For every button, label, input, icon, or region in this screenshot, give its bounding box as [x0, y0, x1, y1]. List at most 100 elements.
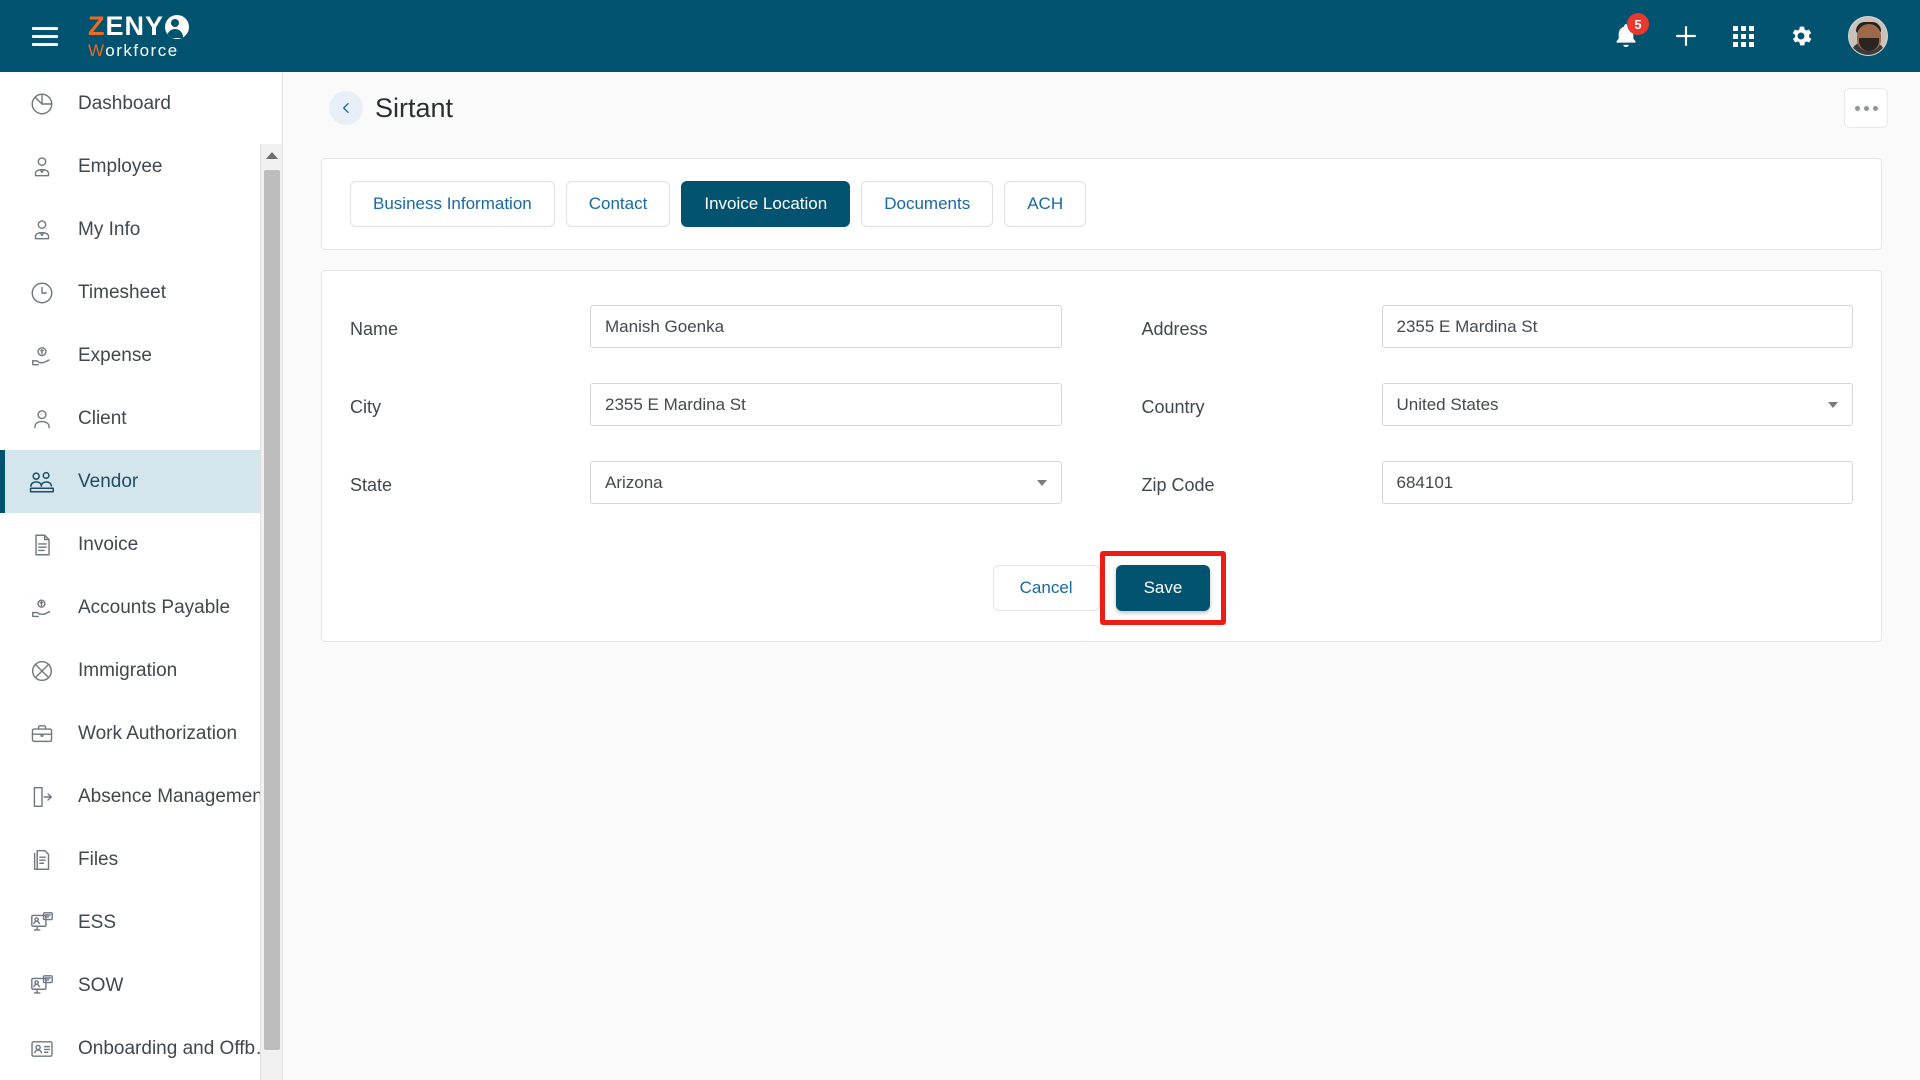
zip-code-label: Zip Code	[1141, 475, 1215, 495]
my-info-icon	[27, 215, 57, 245]
tab-ach[interactable]: ACH	[1004, 181, 1087, 227]
sidebar-item-label: Accounts Payable	[78, 596, 231, 618]
state-select[interactable]: Arizona	[590, 461, 1062, 504]
sidebar-item-invoice[interactable]: Invoice	[0, 513, 282, 576]
field-zip-code: Zip Code 684101	[1141, 461, 1853, 539]
add-new-button[interactable]	[1673, 23, 1699, 49]
name-value: Manish Goenka	[605, 316, 725, 336]
cancel-button[interactable]: Cancel	[992, 565, 1100, 611]
hamburger-menu-icon[interactable]	[32, 26, 58, 46]
sidebar-item-client[interactable]: Client	[0, 387, 282, 450]
field-name: Name Manish Goenka	[350, 305, 1062, 383]
sidebar-item-sow[interactable]: SOW	[0, 954, 282, 1017]
header-actions: 5	[1613, 13, 1888, 56]
scroll-up-arrow-icon[interactable]	[261, 144, 282, 166]
invoice-document-icon	[27, 530, 57, 560]
sidebar-item-accounts-payable[interactable]: Accounts Payable	[0, 576, 282, 639]
ess-monitor-icon	[27, 908, 57, 938]
notifications-button[interactable]: 5	[1613, 13, 1649, 50]
state-label: State	[350, 475, 393, 495]
country-value: United States	[1396, 394, 1499, 414]
pie-chart-icon	[27, 89, 57, 119]
user-avatar[interactable]	[1848, 16, 1888, 56]
sidebar-item-expense[interactable]: Expense	[0, 324, 282, 387]
more-options-button[interactable]	[1844, 88, 1888, 128]
sidebar-item-label: Onboarding and Offboa...	[78, 1037, 282, 1059]
sidebar-item-label: Work Authorization	[78, 722, 238, 744]
sidebar-item-dashboard[interactable]: Dashboard	[0, 72, 282, 135]
sidebar-item-employee[interactable]: Employee	[0, 135, 282, 198]
page-title: Sirtant	[375, 92, 454, 123]
field-address: Address 2355 E Mardina St	[1141, 305, 1853, 383]
sidebar-item-onboarding-and-offboa[interactable]: Onboarding and Offboa...	[0, 1017, 282, 1080]
sidebar-scrollbar[interactable]	[260, 144, 282, 1080]
zip-code-input[interactable]: 684101	[1381, 461, 1853, 504]
sidebar-item-ess[interactable]: ESS	[0, 891, 282, 954]
field-country: Country United States	[1141, 383, 1853, 461]
logo-text-z: Z	[88, 11, 106, 41]
tab-business-information[interactable]: Business Information	[350, 181, 555, 227]
tabs-card: Business Information Contact Invoice Locat…	[321, 158, 1882, 250]
settings-button[interactable]	[1788, 23, 1814, 49]
city-label: City	[350, 397, 381, 417]
address-label: Address	[1141, 319, 1208, 339]
sidebar-item-label: Dashboard	[78, 92, 171, 114]
country-label: Country	[1141, 397, 1205, 417]
invoice-location-form-card: Name Manish Goenka Address 2355 E Mardina S…	[321, 270, 1882, 642]
sidebar-scrollbar-thumb[interactable]	[264, 170, 280, 1050]
id-card-icon	[27, 1034, 57, 1064]
address-value: 2355 E Mardina St	[1396, 316, 1538, 336]
expense-hand-money-icon	[27, 341, 57, 371]
logo-text-orkforce: orkforce	[105, 41, 179, 60]
page-header: Sirtant	[283, 72, 1920, 144]
city-input[interactable]: 2355 E Mardina St	[590, 383, 1062, 426]
top-header-bar: Z ENY Workforce 5	[0, 0, 1920, 72]
app-logo: Z ENY Workforce	[88, 11, 190, 60]
sidebar-item-vendor[interactable]: Vendor	[0, 450, 282, 513]
sidebar-item-label: Invoice	[78, 533, 139, 555]
globe-icon	[27, 656, 57, 686]
sidebar-item-label: Timesheet	[78, 281, 166, 303]
main-content-area: Sirtant Business Information Contact Invoi…	[283, 72, 1920, 1080]
state-value: Arizona	[605, 472, 663, 492]
name-input[interactable]: Manish Goenka	[590, 305, 1062, 348]
apps-grid-button[interactable]	[1733, 25, 1754, 47]
vendor-people-icon	[27, 467, 57, 497]
sidebar-item-absence-management[interactable]: Absence Management	[0, 765, 282, 828]
sidebar-item-label: Absence Management	[78, 785, 269, 807]
field-state: State Arizona	[350, 461, 1062, 539]
clock-icon	[27, 278, 57, 308]
main-sidebar: Dashboard Employee My Info Timesheet Expense…	[0, 72, 283, 1080]
grid-apps-icon	[1733, 25, 1754, 47]
chevron-left-icon	[343, 102, 349, 114]
person-icon	[27, 404, 57, 434]
sidebar-item-files[interactable]: Files	[0, 828, 282, 891]
files-icon	[27, 845, 57, 875]
door-exit-icon	[27, 782, 57, 812]
back-button[interactable]	[329, 91, 363, 125]
sow-monitor-icon	[27, 971, 57, 1001]
tab-invoice-location[interactable]: Invoice Location	[681, 181, 851, 227]
sidebar-item-label: Immigration	[78, 659, 178, 681]
tab-documents[interactable]: Documents	[861, 181, 994, 227]
notification-count-badge: 5	[1627, 13, 1649, 35]
zip-code-value: 684101	[1396, 472, 1454, 492]
logo-text-w: W	[88, 41, 106, 60]
logo-person-mark-icon	[165, 14, 190, 39]
save-button[interactable]: Save	[1115, 565, 1211, 611]
country-select[interactable]: United States	[1381, 383, 1853, 426]
accounts-payable-icon	[27, 593, 57, 623]
sidebar-item-immigration[interactable]: Immigration	[0, 639, 282, 702]
briefcase-icon	[27, 719, 57, 749]
form-actions: Cancel Save	[350, 551, 1853, 625]
sidebar-item-label: Expense	[78, 344, 152, 366]
sidebar-item-timesheet[interactable]: Timesheet	[0, 261, 282, 324]
sidebar-item-work-authorization[interactable]: Work Authorization	[0, 702, 282, 765]
tab-contact[interactable]: Contact	[565, 181, 671, 227]
name-label: Name	[350, 319, 399, 339]
employee-icon	[27, 152, 57, 182]
sidebar-item-label: Vendor	[78, 470, 139, 492]
address-input[interactable]: 2355 E Mardina St	[1381, 305, 1853, 348]
sidebar-item-label: My Info	[78, 218, 141, 240]
sidebar-item-my-info[interactable]: My Info	[0, 198, 282, 261]
